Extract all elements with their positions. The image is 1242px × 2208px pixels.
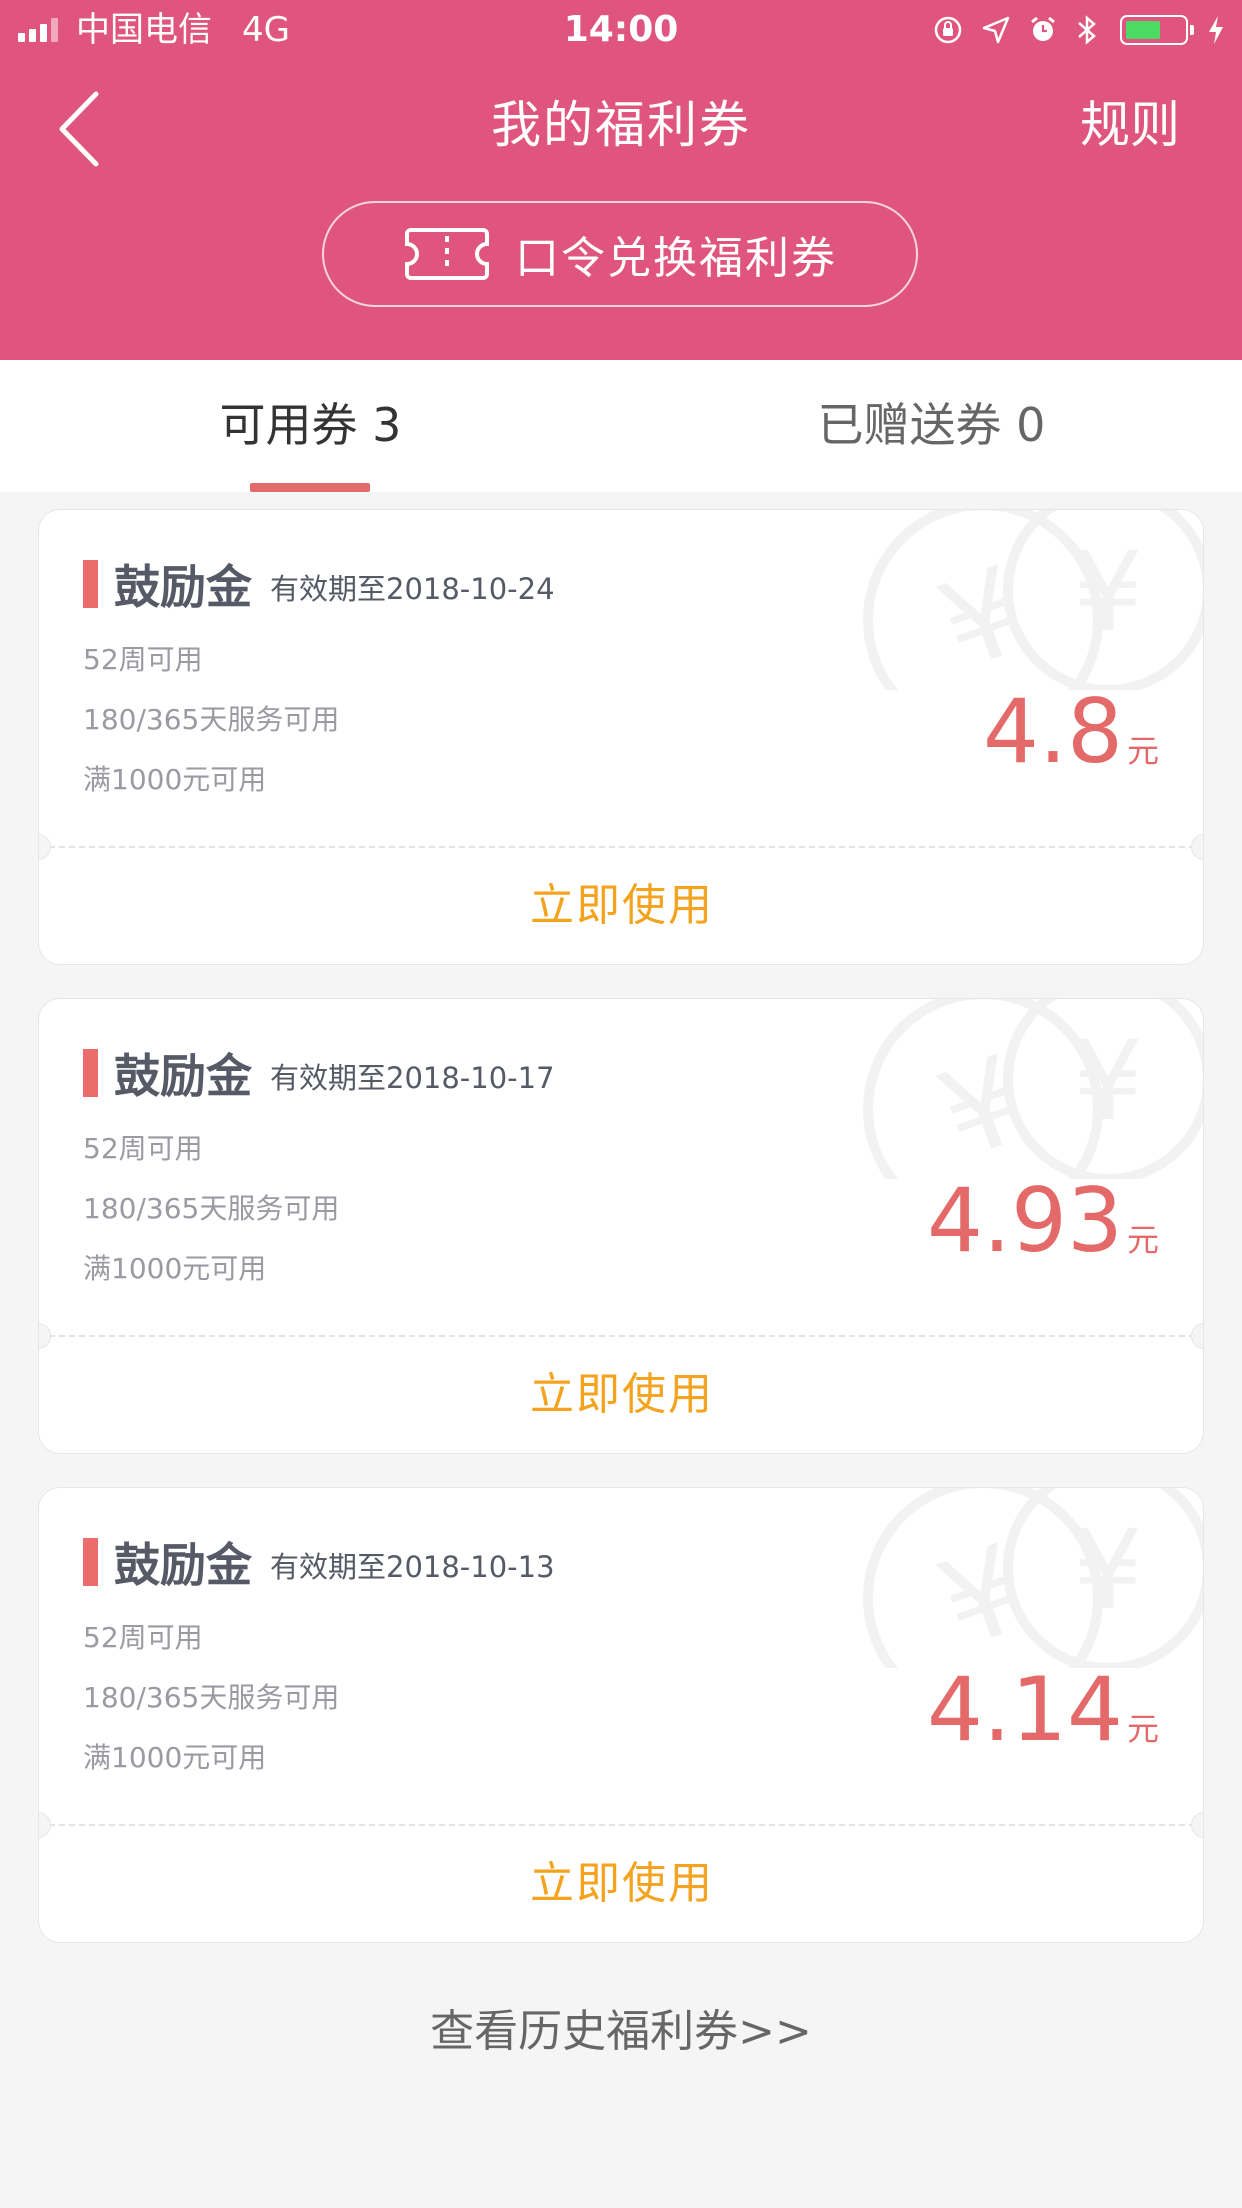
status-bar: 中国电信 4G 14:00: [0, 0, 1242, 60]
coupon-expiry: 有效期至2018-10-24: [270, 572, 555, 606]
coupon-name: 鼓励金: [114, 1538, 252, 1592]
coupon-accent-bar: [83, 1049, 98, 1097]
use-now-button[interactable]: 立即使用: [39, 848, 1203, 964]
charging-icon: [1209, 16, 1223, 44]
ticket-icon: [405, 228, 489, 280]
coupon-unit: 元: [1126, 1221, 1159, 1259]
yuan-coin-icon: ¥ ¥: [863, 999, 1203, 1179]
coupon-accent-bar: [83, 1538, 98, 1586]
coupon-amount: 4.14 元: [927, 1660, 1159, 1760]
svg-text:¥: ¥: [923, 1030, 1042, 1179]
coupon-title-row: 鼓励金 有效期至2018-10-17: [83, 1043, 555, 1103]
page-title: 我的福利券: [491, 96, 751, 154]
coupon-expiry: 有效期至2018-10-13: [270, 1550, 555, 1584]
bluetooth-icon: [1078, 15, 1096, 45]
coupon-condition: 满1000元可用: [83, 1741, 267, 1774]
rules-button[interactable]: 规则: [1080, 80, 1180, 170]
status-right: [914, 12, 1226, 48]
coupon-condition: 180/365天服务可用: [83, 1681, 340, 1714]
battery-icon: [1120, 15, 1194, 45]
coupon-condition: 52周可用: [83, 1621, 203, 1654]
coupon-condition: 52周可用: [83, 1132, 203, 1165]
coupon-condition: 52周可用: [83, 643, 203, 676]
coupon-name: 鼓励金: [114, 560, 252, 614]
coupon-condition: 180/365天服务可用: [83, 1192, 340, 1225]
coupon-amount: 4.8 元: [983, 682, 1159, 782]
coupon-accent-bar: [83, 560, 98, 608]
coupon-unit: 元: [1126, 1710, 1159, 1748]
history-coupons-link[interactable]: 查看历史福利券>>: [0, 1995, 1242, 2059]
orientation-lock-icon: [934, 16, 962, 44]
coupon-card: ¥ ¥ 鼓励金 有效期至2018-10-13 52周可用 180/365天服务可…: [38, 1487, 1204, 1943]
coupon-card: ¥ ¥ 鼓励金 有效期至2018-10-17 52周可用 180/365天服务可…: [38, 998, 1204, 1454]
coupon-tabs: 可用券 3 已赠送券 0: [0, 360, 1242, 492]
tab-available[interactable]: 可用券 3: [0, 360, 621, 492]
coupon-unit: 元: [1126, 732, 1159, 770]
coupon-value: 4.14: [927, 1658, 1123, 1761]
coupon-value: 4.93: [927, 1169, 1123, 1272]
coupon-name: 鼓励金: [114, 1049, 252, 1103]
svg-text:¥: ¥: [923, 541, 1042, 690]
svg-text:¥: ¥: [1073, 1506, 1143, 1634]
svg-text:¥: ¥: [1073, 528, 1143, 656]
yuan-coin-icon: ¥ ¥: [863, 1488, 1203, 1668]
tab-gifted[interactable]: 已赠送券 0: [621, 360, 1242, 492]
battery-level: [1126, 21, 1160, 39]
yuan-coin-icon: ¥ ¥: [863, 510, 1203, 690]
location-icon: [982, 16, 1010, 44]
svg-text:¥: ¥: [1073, 1017, 1143, 1145]
alarm-icon: [1031, 16, 1055, 41]
tab-indicator: [250, 483, 370, 492]
coupon-amount: 4.93 元: [927, 1171, 1159, 1271]
nav-bar: 我的福利券 规则: [0, 80, 1242, 180]
coupon-expiry: 有效期至2018-10-17: [270, 1061, 555, 1095]
coupon-card: ¥ ¥ 鼓励金 有效期至2018-10-24 52周可用 180/365天服务可…: [38, 509, 1204, 965]
use-now-button[interactable]: 立即使用: [39, 1337, 1203, 1453]
svg-text:¥: ¥: [923, 1519, 1042, 1668]
coupon-value: 4.8: [983, 680, 1123, 783]
coupon-title-row: 鼓励金 有效期至2018-10-24: [83, 554, 555, 614]
use-now-button[interactable]: 立即使用: [39, 1826, 1203, 1942]
coupon-condition: 满1000元可用: [83, 1252, 267, 1285]
redeem-code-button[interactable]: 口令兑换福利券: [322, 201, 918, 307]
coupon-condition: 满1000元可用: [83, 763, 267, 796]
header: 中国电信 4G 14:00 我的福利券 规则 口令兑换福利券: [0, 0, 1242, 360]
coupon-condition: 180/365天服务可用: [83, 703, 340, 736]
coupon-title-row: 鼓励金 有效期至2018-10-13: [83, 1532, 555, 1592]
redeem-code-label: 口令兑换福利券: [515, 233, 837, 284]
